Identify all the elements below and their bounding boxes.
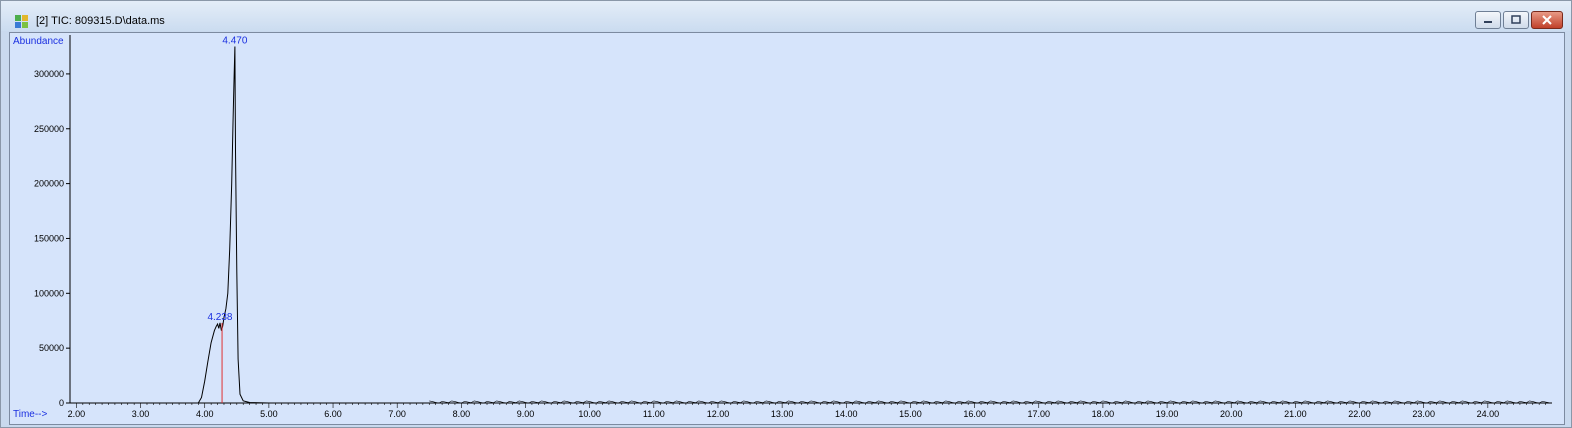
- x-tick-label: 3.00: [132, 409, 150, 419]
- window-title: [2] TIC: 809315.D\data.ms: [36, 15, 165, 27]
- plot-area[interactable]: Abundance Time--> 0 50000 100000 150000 200000…: [9, 32, 1565, 425]
- x-axis-label: Time-->: [13, 409, 48, 420]
- minimize-button[interactable]: [1475, 11, 1501, 29]
- tic-chromatogram-chart[interactable]: Abundance Time--> 0 50000 100000 150000 200000…: [10, 33, 1564, 424]
- x-tick-label: 5.00: [260, 409, 278, 419]
- restore-button[interactable]: [1503, 11, 1529, 29]
- x-tick-label: 17.00: [1027, 409, 1050, 419]
- y-axis-label: Abundance: [13, 36, 64, 47]
- title-bar[interactable]: [2] TIC: 809315.D\data.ms: [1, 1, 1571, 31]
- y-tick-label: 200000: [34, 179, 64, 189]
- x-tick-label: 2.00: [68, 409, 86, 419]
- close-button[interactable]: [1531, 11, 1563, 29]
- y-tick-label: 250000: [34, 124, 64, 134]
- x-tick-label: 15.00: [899, 409, 922, 419]
- y-tick-label: 0: [59, 398, 64, 408]
- x-tick-label: 14.00: [835, 409, 858, 419]
- x-tick-label: 6.00: [324, 409, 342, 419]
- chromatogram-app-icon: [15, 15, 28, 28]
- y-tick-label: 150000: [34, 233, 64, 243]
- x-tick-label: 19.00: [1156, 409, 1179, 419]
- x-tick-label: 9.00: [517, 409, 535, 419]
- x-tick-label: 10.00: [578, 409, 601, 419]
- chromatogram-window: [2] TIC: 809315.D\data.ms Abundance Time-…: [0, 0, 1572, 428]
- y-tick-label: 50000: [39, 343, 64, 353]
- x-tick-label: 23.00: [1412, 409, 1435, 419]
- x-tick-label: 16.00: [963, 409, 986, 419]
- minimize-icon: [1484, 21, 1492, 23]
- x-tick-label: 7.00: [388, 409, 406, 419]
- peak-label[interactable]: 4.470: [222, 35, 247, 46]
- x-tick-label: 22.00: [1348, 409, 1371, 419]
- x-tick-label: 18.00: [1092, 409, 1115, 419]
- y-tick-label: 100000: [34, 288, 64, 298]
- x-tick-label: 8.00: [453, 409, 471, 419]
- x-tick-label: 12.00: [707, 409, 730, 419]
- x-tick-label: 21.00: [1284, 409, 1307, 419]
- x-tick-label: 24.00: [1477, 409, 1500, 419]
- x-tick-label: 20.00: [1220, 409, 1243, 419]
- tic-trace-line[interactable]: [70, 46, 1552, 404]
- peak-label[interactable]: 4.238: [207, 312, 232, 323]
- x-tick-label: 13.00: [771, 409, 794, 419]
- close-icon: [1542, 15, 1552, 25]
- restore-icon: [1511, 15, 1521, 24]
- x-tick-label: 4.00: [196, 409, 214, 419]
- y-tick-label: 300000: [34, 69, 64, 79]
- x-tick-label: 11.00: [643, 409, 665, 419]
